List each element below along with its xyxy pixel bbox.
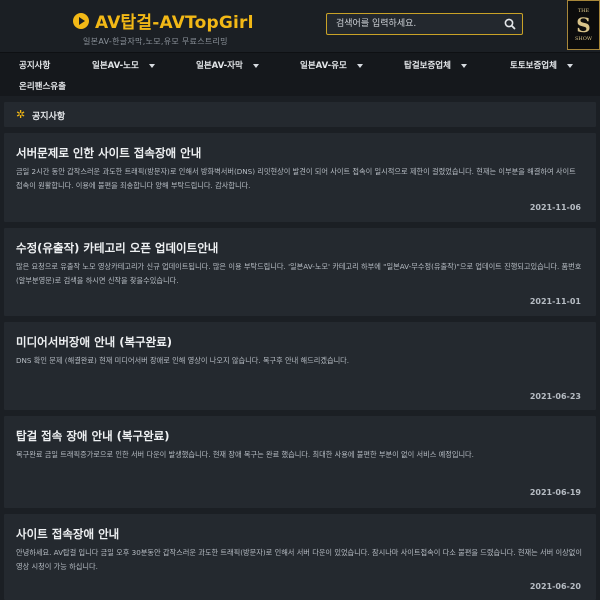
search-box	[326, 13, 523, 35]
post-excerpt: 금일 2시간 동안 갑작스러운 과도한 트래픽(방문자)로 인해서 방화벽서버(…	[16, 167, 576, 190]
post-title[interactable]: 수정(유출작) 카테고리 오픈 업데이트안내	[16, 240, 218, 256]
nav-item-onlyfans[interactable]: 온리팬스유출	[19, 80, 66, 92]
chevron-down-icon	[148, 63, 155, 68]
nav-item-label: 공지사항	[19, 61, 51, 71]
notice-post[interactable]: 수정(유출작) 카테고리 오픈 업데이트안내 많은 요청으로 유출작 노모 영상…	[4, 228, 596, 316]
play-icon	[73, 12, 89, 29]
nav-item-toto-partners[interactable]: 토토보증업체	[510, 59, 573, 71]
post-date: 2021-11-01	[529, 297, 581, 306]
nav-item-label: 일본AV-자막	[196, 61, 243, 71]
nav-item-label: 일본AV-유모	[300, 61, 347, 71]
nav-item-label: 온리팬스유출	[19, 82, 66, 92]
post-date: 2021-06-23	[529, 392, 581, 401]
nav-item-av-nomo[interactable]: 일본AV-노모	[92, 59, 155, 71]
site-name[interactable]: AV탑걸-AVTopGirl	[95, 8, 254, 33]
notice-section-title: 공지사항	[32, 112, 66, 122]
nav-item-topgirl-partners[interactable]: 탑걸보증업체	[404, 59, 467, 71]
search-button[interactable]	[502, 16, 518, 32]
notice-post[interactable]: 탑걸 접속 장애 안내 (복구완료) 복구완료 금일 트래픽증가로으로 인한 서…	[4, 416, 596, 508]
notice-section-header: ✲ 공지사항	[4, 102, 596, 127]
site-tagline: 일본AV-한글자막,노모,유모 무료스트리밍	[83, 37, 228, 46]
nav-item-av-yumo[interactable]: 일본AV-유모	[300, 59, 363, 71]
search-input[interactable]	[327, 14, 497, 34]
post-excerpt: 안녕하세요. AV탑걸 입니다 금일 오후 30분동안 갑작스러운 과도한 트래…	[16, 548, 583, 571]
nav-item-notice[interactable]: 공지사항	[19, 59, 50, 71]
main-nav: 공지사항 일본AV-노모 일본AV-자막 일본AV-유모 탑걸보증업체 토토보증…	[0, 52, 600, 96]
badge-letter: S	[576, 13, 591, 37]
sun-icon: ✲	[16, 108, 26, 121]
nav-item-av-subtitle[interactable]: 일본AV-자막	[196, 59, 259, 71]
site-header: AV탑걸-AVTopGirl 일본AV-한글자막,노모,유모 무료스트리밍 TH…	[0, 0, 600, 52]
search-icon	[504, 18, 516, 30]
site-logo[interactable]: AV탑걸-AVTopGirl 일본AV-한글자막,노모,유모 무료스트리밍	[73, 8, 254, 47]
post-date: 2021-06-19	[529, 488, 581, 497]
chevron-down-icon	[460, 63, 467, 68]
post-title[interactable]: 사이트 접속장애 안내	[16, 526, 119, 542]
nav-item-label: 일본AV-노모	[92, 61, 139, 71]
nav-item-label: 토토보증업체	[510, 61, 557, 71]
chevron-down-icon	[566, 63, 573, 68]
post-date: 2021-11-06	[529, 203, 581, 212]
post-excerpt: 복구완료 금일 트래픽증가로으로 인한 서버 다운이 발생했습니다. 현재 장애…	[16, 450, 474, 459]
sponsor-badge[interactable]: THE S SHOW	[567, 0, 600, 50]
post-date: 2021-06-20	[529, 582, 581, 591]
post-title[interactable]: 서버문제로 인한 사이트 접속장애 안내	[16, 145, 201, 161]
badge-bottom-text: SHOW	[574, 36, 593, 42]
notice-post[interactable]: 사이트 접속장애 안내 안녕하세요. AV탑걸 입니다 금일 오후 30분동안 …	[4, 514, 596, 600]
chevron-down-icon	[356, 63, 363, 68]
notice-post[interactable]: 서버문제로 인한 사이트 접속장애 안내 금일 2시간 동안 갑작스러운 과도한…	[4, 133, 596, 222]
nav-item-label: 탑걸보증업체	[404, 61, 451, 71]
post-title[interactable]: 미디어서버장애 안내 (복구완료)	[16, 334, 172, 350]
post-title[interactable]: 탑걸 접속 장애 안내 (복구완료)	[16, 428, 170, 444]
notice-post[interactable]: 미디어서버장애 안내 (복구완료) DNS 확인 문제 (해결완료) 현재 미디…	[4, 322, 596, 410]
post-excerpt: DNS 확인 문제 (해결완료) 현재 미디어서버 장애로 인해 영상이 나오지…	[16, 356, 350, 365]
post-excerpt: 많은 요청으로 유출작 노모 영상카테고리가 신규 업데이트됩니다. 많은 이용…	[16, 262, 582, 285]
chevron-down-icon	[252, 63, 259, 68]
